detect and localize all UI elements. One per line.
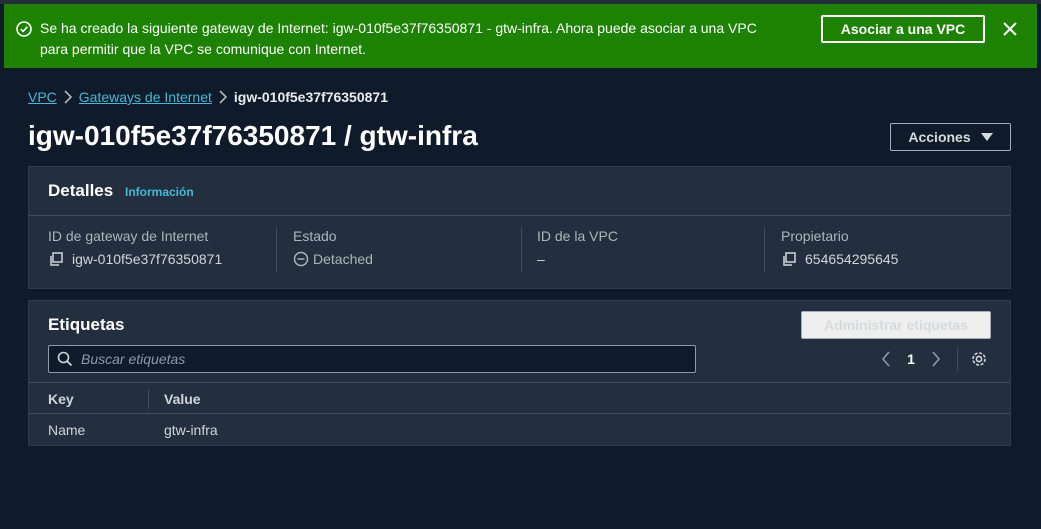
current-page-number[interactable]: 1 — [898, 351, 924, 367]
field-value: Detached — [313, 251, 373, 267]
pager-divider — [957, 347, 958, 371]
search-input[interactable] — [81, 351, 681, 367]
column-header-key[interactable]: Key — [48, 391, 74, 407]
field-state: Estado Detached — [293, 227, 373, 273]
copy-icon[interactable] — [48, 251, 64, 267]
actions-label: Acciones — [908, 129, 971, 145]
column-divider — [764, 227, 765, 272]
field-label: Estado — [293, 228, 337, 244]
tags-panel: Etiquetas Administrar etiquetas 1 Key Va… — [28, 300, 1011, 446]
page-title: igw-010f5e37f76350871 / gtw-infra — [28, 120, 478, 151]
preferences-button[interactable] — [967, 347, 991, 371]
column-header-value[interactable]: Value — [164, 391, 201, 407]
chevron-right-icon — [932, 351, 941, 367]
field-value: igw-010f5e37f76350871 — [72, 251, 223, 267]
column-divider — [148, 389, 149, 409]
table-row: Name gtw-infra — [29, 414, 1010, 446]
field-value: 654654295645 — [805, 251, 899, 267]
info-link[interactable]: Información — [125, 185, 194, 199]
field-gateway-id: ID de gateway de Internet igw-010f5e37f7… — [48, 227, 222, 273]
manage-tags-button[interactable]: Administrar etiquetas — [801, 311, 991, 339]
tag-search-field[interactable] — [48, 345, 696, 373]
flash-message-line-2: para permitir que la VPC se comunique co… — [40, 41, 367, 57]
field-label: ID de gateway de Internet — [48, 228, 209, 244]
chevron-right-icon — [57, 89, 79, 105]
gear-icon — [972, 352, 986, 366]
tags-title: Etiquetas — [48, 315, 125, 334]
field-owner: Propietario 654654295645 — [781, 227, 898, 273]
search-icon — [57, 351, 73, 367]
detached-icon — [293, 251, 309, 267]
success-flashbar: Se ha creado la siguiente gateway de Int… — [4, 4, 1037, 68]
chevron-left-icon — [881, 351, 890, 367]
flash-message-line-1: Se ha creado la siguiente gateway de Int… — [40, 20, 757, 36]
column-divider — [276, 227, 277, 272]
chevron-right-icon — [212, 89, 234, 105]
breadcrumb: VPC Gateways de Internet igw-010f5e37f76… — [28, 87, 388, 107]
details-header: Detalles Información — [29, 167, 1010, 216]
tag-value-cell: gtw-infra — [164, 422, 218, 438]
breadcrumb-vpc[interactable]: VPC — [28, 89, 57, 105]
field-vpc-id: ID de la VPC – — [537, 227, 618, 273]
field-value: – — [537, 251, 545, 267]
next-page-button[interactable] — [924, 347, 948, 371]
previous-page-button[interactable] — [874, 347, 898, 371]
flash-message: Se ha creado la siguiente gateway de Int… — [40, 18, 800, 60]
pagination: 1 — [874, 347, 991, 371]
copy-icon[interactable] — [781, 251, 797, 267]
details-title: Detalles — [48, 181, 114, 200]
success-check-icon — [16, 21, 32, 37]
actions-dropdown-button[interactable]: Acciones — [890, 123, 1011, 151]
caret-down-icon — [980, 133, 993, 141]
associate-vpc-button[interactable]: Asociar a una VPC — [821, 15, 985, 43]
column-divider — [521, 227, 522, 272]
tag-key-cell: Name — [48, 422, 86, 438]
breadcrumb-internet-gateways[interactable]: Gateways de Internet — [79, 89, 212, 105]
close-icon[interactable] — [1000, 19, 1020, 39]
field-label: ID de la VPC — [537, 228, 618, 244]
field-label: Propietario — [781, 228, 849, 244]
tags-table-header: Key Value — [29, 382, 1010, 414]
details-panel: Detalles Información ID de gateway de In… — [28, 166, 1011, 289]
breadcrumb-current: igw-010f5e37f76350871 — [233, 89, 388, 105]
